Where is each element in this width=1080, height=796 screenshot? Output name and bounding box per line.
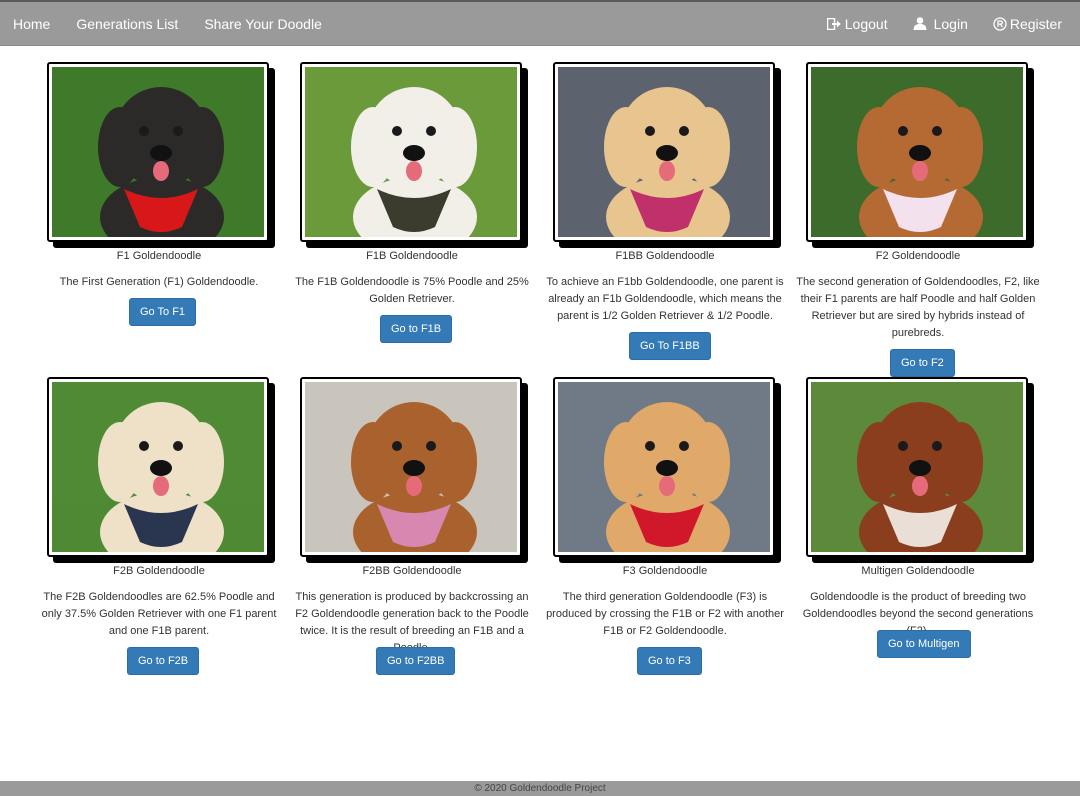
card-title: F2 Goldendoodle <box>875 250 961 262</box>
dog-eye-right <box>932 126 942 136</box>
nav-logout-link[interactable]: Logout <box>826 2 888 46</box>
go-to-f2-button[interactable]: Go to F2 <box>890 349 955 377</box>
dog-eye-left <box>645 126 655 136</box>
dog-tongue <box>659 161 675 181</box>
photo-frame <box>47 377 269 557</box>
dog-nose <box>656 145 678 161</box>
dog-photo-black <box>52 67 264 237</box>
dog-eye-left <box>139 126 149 136</box>
card-title: F1BB Goldendoodle <box>615 250 715 262</box>
dog-tongue <box>153 476 169 496</box>
dog-photo <box>811 67 1023 237</box>
dog-eye-right <box>426 441 436 451</box>
dog-photo <box>52 382 264 552</box>
dog-eye-left <box>392 441 402 451</box>
nav-left: Home Generations List Share Your Doodle <box>0 2 335 45</box>
card-title: Multigen Goldendoodle <box>861 565 975 577</box>
dog-nose <box>909 145 931 161</box>
dog-eye-right <box>173 126 183 136</box>
go-to-f2bb-button[interactable]: Go to F2BB <box>376 647 456 675</box>
nav-right: Logout Login Register <box>802 2 1080 45</box>
card-title: F1B Goldendoodle <box>366 250 458 262</box>
dog-eye-left <box>139 441 149 451</box>
registered-icon <box>993 16 1007 31</box>
go-to-f1b-button[interactable]: Go to F1B <box>380 315 453 343</box>
dog-photo <box>305 67 517 237</box>
dog-nose <box>150 460 172 476</box>
dog-tongue <box>153 161 169 181</box>
dog-photo-white <box>305 67 517 237</box>
go-to-f1-button[interactable]: Go To F1 <box>129 298 197 326</box>
dog-nose <box>656 460 678 476</box>
dog-photo-apricot <box>811 67 1023 237</box>
nav-login-label: Login <box>933 15 968 32</box>
card-description: The F1B Goldendoodle is 75% Poodle and 2… <box>295 276 529 305</box>
go-to-f3-button[interactable]: Go to F3 <box>637 647 702 675</box>
photo-frame <box>553 377 775 557</box>
dog-eye-right <box>679 126 689 136</box>
dog-photo <box>52 67 264 237</box>
nav-home-link[interactable]: Home <box>0 2 63 46</box>
card-description: To achieve an F1bb Goldendoodle, one par… <box>546 276 784 322</box>
card-title: F1 Goldendoodle <box>116 250 202 262</box>
dog-eye-right <box>173 441 183 451</box>
user-icon <box>913 17 927 30</box>
dog-nose <box>403 460 425 476</box>
photo-frame <box>806 62 1028 242</box>
photo-frame <box>47 62 269 242</box>
card-description: The third generation Goldendoodle (F3) i… <box>546 591 784 637</box>
photo-frame <box>300 377 522 557</box>
dog-photo <box>558 382 770 552</box>
nav-generations-list-link[interactable]: Generations List <box>63 2 191 46</box>
dog-photo-cream-lying <box>52 382 264 552</box>
photo-frame <box>553 62 775 242</box>
dog-nose <box>403 145 425 161</box>
card-description: The F2B Goldendoodles are 62.5% Poodle a… <box>41 591 277 637</box>
go-to-f2b-button[interactable]: Go to F2B <box>127 647 200 675</box>
dog-eye-left <box>898 441 908 451</box>
dog-eye-right <box>426 126 436 136</box>
dog-tongue <box>659 476 675 496</box>
dog-nose <box>150 145 172 161</box>
go-to-multigen-button[interactable]: Go to Multigen <box>877 630 971 658</box>
nav-register-label: Register <box>1009 15 1062 32</box>
photo-frame <box>300 62 522 242</box>
card-description: The second generation of Goldendoodles, … <box>796 276 1040 339</box>
dog-tongue <box>406 476 422 496</box>
nav-register-link[interactable]: Register <box>993 2 1062 46</box>
dog-photo <box>558 67 770 237</box>
dog-eye-right <box>679 441 689 451</box>
dog-photo <box>305 382 517 552</box>
dog-photo-red <box>305 382 517 552</box>
card-description: The First Generation (F1) Goldendoodle. <box>59 276 259 288</box>
dog-eye-left <box>645 441 655 451</box>
dog-eye-left <box>392 126 402 136</box>
dog-eye-left <box>898 126 908 136</box>
dog-photo <box>811 382 1023 552</box>
nav-login-link[interactable]: Login <box>913 2 968 46</box>
dog-nose <box>909 460 931 476</box>
card-title: F2BB Goldendoodle <box>362 565 462 577</box>
dog-eye-right <box>932 441 942 451</box>
dog-photo-golden <box>558 382 770 552</box>
footer: © 2020 Goldendoodle Project <box>0 781 1080 796</box>
photo-frame <box>806 377 1028 557</box>
dog-photo-cream <box>558 67 770 237</box>
nav-logout-label: Logout <box>844 15 888 32</box>
card-title: F3 Goldendoodle <box>622 565 708 577</box>
dog-tongue <box>912 161 928 181</box>
go-to-f1bb-button[interactable]: Go To F1BB <box>629 332 711 360</box>
card-title: F2B Goldendoodle <box>113 565 205 577</box>
nav-share-link[interactable]: Share Your Doodle <box>191 2 335 46</box>
dog-photo-brown <box>811 382 1023 552</box>
dog-tongue <box>406 161 422 181</box>
navbar: Home Generations List Share Your Doodle … <box>0 0 1080 46</box>
logout-icon <box>826 17 841 30</box>
dog-tongue <box>912 476 928 496</box>
